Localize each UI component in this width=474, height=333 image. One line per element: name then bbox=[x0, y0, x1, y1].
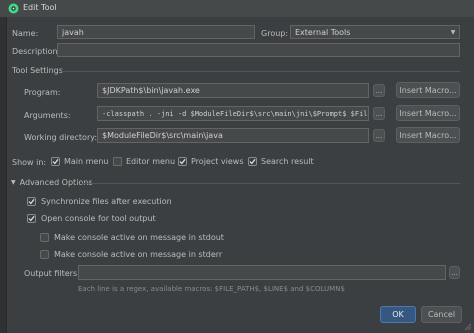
working-directory-input[interactable]: $ModuleFileDir$\src\main\java bbox=[97, 128, 369, 143]
chevron-down-icon: ▼ bbox=[11, 179, 16, 186]
window-title: Edit Tool bbox=[23, 3, 57, 12]
synchronize-files-checkbox[interactable] bbox=[27, 197, 36, 206]
search-result-checkbox[interactable] bbox=[248, 157, 257, 166]
name-label: Name: bbox=[12, 29, 39, 38]
check-icon bbox=[52, 158, 59, 165]
check-icon bbox=[28, 215, 35, 222]
left-edge-strip bbox=[0, 17, 7, 333]
output-filters-hint: Each line is a regex, available macros: … bbox=[78, 285, 345, 293]
project-views-label: Project views bbox=[191, 157, 244, 166]
open-console-checkbox[interactable] bbox=[27, 214, 36, 223]
description-label: Description: bbox=[12, 47, 61, 56]
working-directory-insert-macro-button[interactable]: Insert Macro... bbox=[396, 127, 460, 143]
show-in-label: Show in: bbox=[12, 158, 47, 167]
check-icon bbox=[28, 198, 35, 205]
edit-tool-dialog: Edit Tool Name: javah Group: External To… bbox=[0, 0, 474, 333]
program-insert-macro-button[interactable]: Insert Macro... bbox=[396, 82, 460, 98]
active-stderr-checkbox[interactable] bbox=[40, 250, 49, 259]
arguments-label: Arguments: bbox=[24, 111, 71, 120]
advanced-options-divider bbox=[82, 183, 460, 184]
open-console-option[interactable]: Open console for tool output bbox=[27, 214, 156, 223]
ok-button[interactable]: OK bbox=[380, 306, 416, 323]
editor-menu-checkbox[interactable] bbox=[113, 157, 122, 166]
cancel-button[interactable]: Cancel bbox=[421, 306, 462, 323]
program-browse-button[interactable]: ... bbox=[373, 84, 385, 97]
title-bar[interactable] bbox=[0, 0, 474, 17]
output-filters-label: Output filters: bbox=[24, 269, 80, 278]
group-value: External Tools bbox=[295, 27, 351, 37]
description-input[interactable] bbox=[57, 43, 460, 57]
check-icon bbox=[249, 158, 256, 165]
active-stdout-label: Make console active on message in stdout bbox=[54, 233, 224, 242]
active-stdout-checkbox[interactable] bbox=[40, 233, 49, 242]
synchronize-files-label: Synchronize files after execution bbox=[41, 197, 172, 206]
active-stdout-option[interactable]: Make console active on message in stdout bbox=[40, 233, 224, 242]
group-combobox[interactable]: External Tools ▼ bbox=[290, 25, 460, 39]
name-input[interactable]: javah bbox=[57, 25, 255, 39]
working-directory-label: Working directory: bbox=[24, 133, 98, 142]
main-menu-label: Main menu bbox=[64, 157, 109, 166]
open-console-label: Open console for tool output bbox=[41, 214, 156, 223]
output-filters-input[interactable] bbox=[78, 265, 446, 280]
project-views-checkbox[interactable] bbox=[178, 157, 187, 166]
main-menu-checkbox[interactable] bbox=[51, 157, 60, 166]
search-result-label: Search result bbox=[261, 157, 314, 166]
show-in-editor-menu[interactable]: Editor menu bbox=[113, 157, 175, 166]
show-in-search-result[interactable]: Search result bbox=[248, 157, 314, 166]
arguments-insert-macro-button[interactable]: Insert Macro... bbox=[396, 105, 460, 121]
tool-settings-header: Tool Settings bbox=[12, 66, 63, 75]
android-studio-icon bbox=[8, 3, 19, 14]
advanced-options-toggle[interactable]: ▼ Advanced Options bbox=[11, 178, 93, 187]
arguments-browse-button[interactable]: ... bbox=[373, 107, 385, 120]
active-stderr-option[interactable]: Make console active on message in stderr bbox=[40, 250, 222, 259]
tool-settings-divider bbox=[62, 71, 460, 72]
synchronize-files-option[interactable]: Synchronize files after execution bbox=[27, 197, 172, 206]
output-filters-expand-button[interactable]: ... bbox=[449, 266, 460, 279]
chevron-down-icon[interactable]: ▼ bbox=[447, 26, 459, 38]
active-stderr-label: Make console active on message in stderr bbox=[54, 250, 223, 259]
working-directory-browse-button[interactable]: ... bbox=[373, 129, 385, 142]
arguments-input[interactable]: -classpath . -jni -d $ModuleFileDir$\src… bbox=[97, 106, 369, 121]
editor-menu-label: Editor menu bbox=[126, 157, 176, 166]
show-in-main-menu[interactable]: Main menu bbox=[51, 157, 109, 166]
group-label: Group: bbox=[261, 29, 289, 38]
resize-grip-icon[interactable] bbox=[464, 323, 472, 331]
show-in-project-views[interactable]: Project views bbox=[178, 157, 244, 166]
program-label: Program: bbox=[24, 88, 61, 97]
check-icon bbox=[179, 158, 186, 165]
program-input[interactable]: $JDKPath$\bin\javah.exe bbox=[97, 83, 369, 98]
